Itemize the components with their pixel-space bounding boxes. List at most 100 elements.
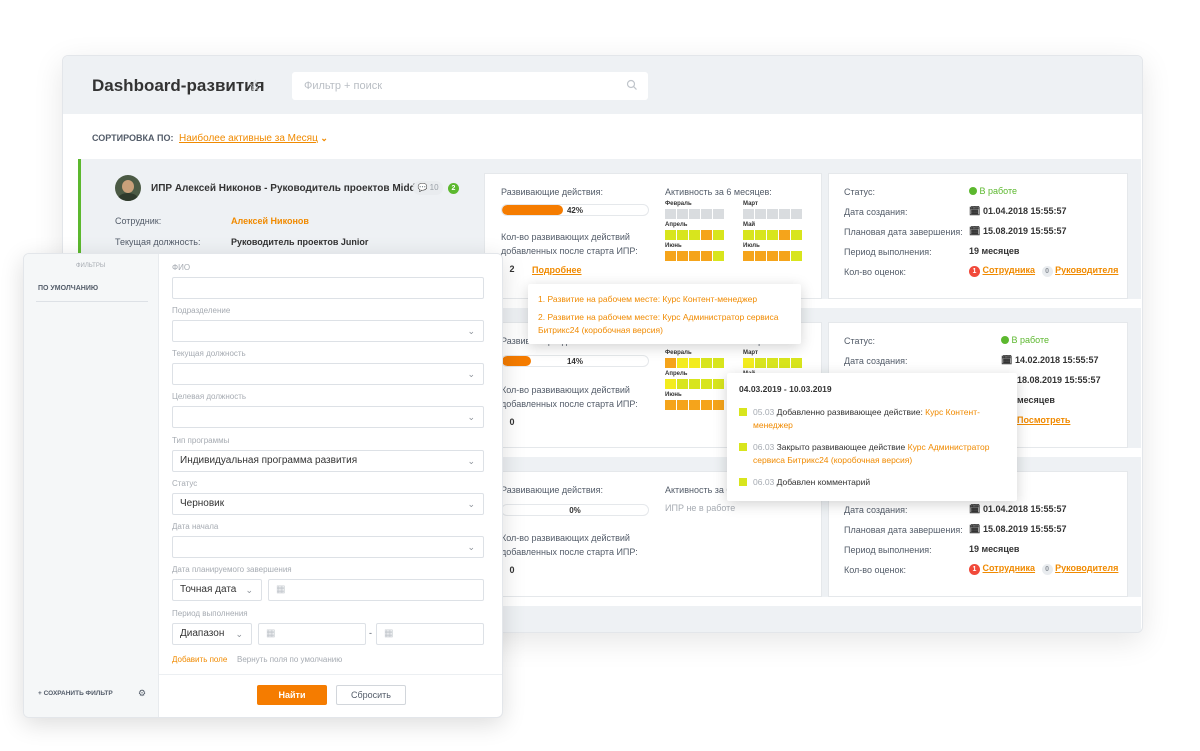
activity-cell[interactable] bbox=[791, 209, 802, 219]
activity-cell[interactable] bbox=[701, 400, 712, 410]
activity-cell[interactable] bbox=[767, 209, 778, 219]
filter-input[interactable] bbox=[172, 277, 484, 299]
activity-cell[interactable] bbox=[677, 358, 688, 368]
chevron-down-icon[interactable]: ⌄ bbox=[235, 624, 243, 644]
activity-cell[interactable] bbox=[743, 251, 754, 261]
activity-cell[interactable] bbox=[779, 251, 790, 261]
activity-cell[interactable] bbox=[779, 358, 790, 368]
activity-cell[interactable] bbox=[713, 251, 724, 261]
popup-item-2[interactable]: 2. Развитие на рабочем месте: Курс Админ… bbox=[538, 311, 793, 337]
activity-cell[interactable] bbox=[755, 230, 766, 240]
reset-fields-link[interactable]: Вернуть поля по умолчанию bbox=[237, 655, 342, 664]
activity-cell[interactable] bbox=[665, 209, 676, 219]
month-label: Февраль bbox=[665, 350, 692, 356]
popup-item-1[interactable]: 1. Развитие на рабочем месте: Курс Конте… bbox=[538, 294, 757, 304]
activity-cell[interactable] bbox=[701, 251, 712, 261]
filter-input[interactable]: ⌄ bbox=[172, 406, 484, 428]
view-link[interactable]: Посмотреть bbox=[1017, 415, 1070, 425]
activity-cell[interactable] bbox=[791, 251, 802, 261]
range-from-input[interactable]: ▦ bbox=[258, 623, 366, 645]
activity-cell[interactable] bbox=[755, 209, 766, 219]
activity-cell[interactable] bbox=[677, 400, 688, 410]
filter-input[interactable]: ⌄ bbox=[172, 536, 484, 558]
more-link[interactable]: Подробнее bbox=[532, 265, 582, 275]
activity-cell[interactable] bbox=[665, 358, 676, 368]
activity-cell[interactable] bbox=[689, 400, 700, 410]
activity-cell[interactable] bbox=[689, 230, 700, 240]
filter-input[interactable]: Черновик ⌄ bbox=[172, 493, 484, 515]
activity-cell[interactable] bbox=[665, 379, 676, 389]
activity-cell[interactable] bbox=[677, 230, 688, 240]
search-icon[interactable] bbox=[626, 79, 638, 91]
activity-cell[interactable] bbox=[689, 251, 700, 261]
comments-badge[interactable]: 💬 10 bbox=[413, 181, 443, 195]
activity-cell[interactable] bbox=[755, 358, 766, 368]
exact-date-select[interactable]: Точная дата ⌄ bbox=[172, 579, 262, 601]
activity-cell[interactable] bbox=[779, 230, 790, 240]
activity-cell[interactable] bbox=[743, 209, 754, 219]
activity-cell[interactable] bbox=[755, 251, 766, 261]
activity-cell[interactable] bbox=[767, 358, 778, 368]
employee-link[interactable]: Алексей Никонов bbox=[231, 216, 309, 226]
activity-cell[interactable] bbox=[779, 209, 790, 219]
gear-icon[interactable]: ⚙ bbox=[138, 688, 146, 699]
activity-cell[interactable] bbox=[689, 379, 700, 389]
sort-dropdown[interactable]: Наиболее активные за Месяц bbox=[179, 133, 318, 144]
activity-cell[interactable] bbox=[701, 379, 712, 389]
date-input[interactable]: ▦ bbox=[268, 579, 484, 601]
month-label: Июль bbox=[743, 243, 760, 249]
activity-cell[interactable] bbox=[713, 209, 724, 219]
chevron-down-icon[interactable]: ⌄ bbox=[467, 451, 475, 471]
activity-cell[interactable] bbox=[701, 358, 712, 368]
activity-cell[interactable] bbox=[665, 400, 676, 410]
add-field-link[interactable]: Добавить поле bbox=[172, 655, 227, 664]
range-to-input[interactable]: ▦ bbox=[376, 623, 484, 645]
position-value: Руководитель проектов Junior bbox=[231, 237, 369, 247]
activity-cell[interactable] bbox=[743, 358, 754, 368]
activity-cell[interactable] bbox=[791, 358, 802, 368]
activity-cell[interactable] bbox=[677, 251, 688, 261]
activity-cell[interactable] bbox=[713, 230, 724, 240]
filter-input[interactable]: ⌄ bbox=[172, 363, 484, 385]
activity-cell[interactable] bbox=[689, 358, 700, 368]
filter-default-item[interactable]: ПО УМОЛЧАНИЮ bbox=[38, 285, 98, 292]
activity-cell[interactable] bbox=[677, 379, 688, 389]
created-date: 01.04.2018 15:55:57 bbox=[982, 206, 1067, 216]
find-button[interactable]: Найти bbox=[257, 685, 327, 705]
rating-mgr-link-3[interactable]: Руководителя bbox=[1055, 563, 1118, 573]
range-select[interactable]: Диапазон ⌄ bbox=[172, 623, 252, 645]
activity-cell[interactable] bbox=[713, 379, 724, 389]
filter-input[interactable]: Индивидуальная программа развития ⌄ bbox=[172, 450, 484, 472]
activity-cell[interactable] bbox=[743, 230, 754, 240]
search-placeholder: Фильтр + поиск bbox=[304, 80, 383, 92]
chevron-down-icon[interactable]: ⌄ bbox=[245, 580, 253, 600]
chevron-down-icon[interactable]: ⌄ bbox=[318, 133, 328, 143]
favorite-star-icon[interactable]: ☆ bbox=[248, 76, 262, 96]
activity-cell[interactable] bbox=[689, 209, 700, 219]
activity-cell[interactable] bbox=[791, 230, 802, 240]
activity-cell[interactable] bbox=[701, 230, 712, 240]
chevron-down-icon[interactable]: ⌄ bbox=[467, 494, 475, 514]
chevron-down-icon[interactable]: ⌄ bbox=[467, 321, 475, 341]
activity-cell[interactable] bbox=[713, 400, 724, 410]
rating-mgr-link[interactable]: Руководителя bbox=[1055, 265, 1118, 275]
filter-input[interactable]: ⌄ bbox=[172, 320, 484, 342]
activity-cell[interactable] bbox=[665, 251, 676, 261]
search-input[interactable]: Фильтр + поиск bbox=[292, 72, 648, 100]
activity-cell[interactable] bbox=[767, 251, 778, 261]
rating-emp-link-3[interactable]: Сотрудника bbox=[983, 563, 1036, 573]
dashboard-header: Dashboard-развития ☆ Фильтр + поиск bbox=[63, 56, 1142, 114]
reset-button[interactable]: Сбросить bbox=[336, 685, 406, 705]
activity-cell[interactable] bbox=[767, 230, 778, 240]
chevron-down-icon[interactable]: ⌄ bbox=[467, 537, 475, 557]
activity-cell[interactable] bbox=[713, 358, 724, 368]
activity-cell[interactable] bbox=[677, 209, 688, 219]
ipr-title[interactable]: ИПР Алексей Никонов - Руководитель проек… bbox=[151, 183, 424, 194]
save-filter-button[interactable]: + СОХРАНИТЬ ФИЛЬТР bbox=[38, 690, 113, 697]
activity-cell[interactable] bbox=[701, 209, 712, 219]
chevron-down-icon[interactable]: ⌄ bbox=[467, 407, 475, 427]
chevron-down-icon[interactable]: ⌄ bbox=[467, 364, 475, 384]
rating-emp-link[interactable]: Сотрудника bbox=[983, 265, 1036, 275]
activity-cell[interactable] bbox=[665, 230, 676, 240]
week-event: 05.03 Добавленно развивающее действие: К… bbox=[753, 406, 1008, 432]
